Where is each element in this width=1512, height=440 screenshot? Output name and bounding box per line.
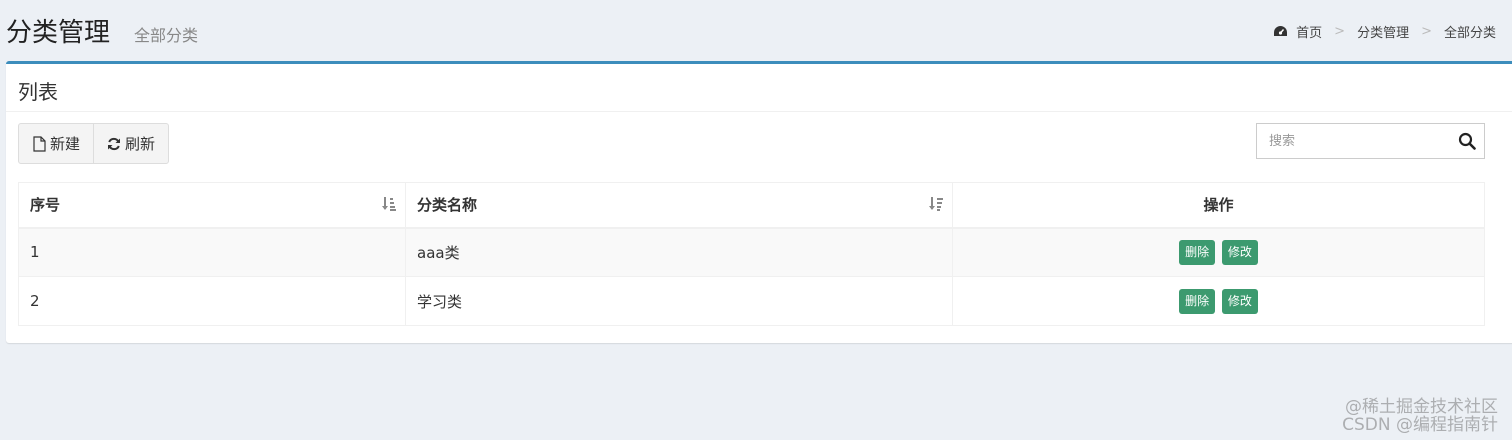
content-header: 分类管理 全部分类 首页 > 分类管理 > 全部分类	[0, 0, 1512, 60]
box-divider	[6, 111, 1512, 112]
refresh-button-label: 刷新	[125, 135, 156, 153]
search-input[interactable]	[1257, 124, 1447, 158]
watermark-line-1: @稀土掘金技术社区	[1345, 397, 1498, 417]
refresh-icon	[108, 137, 121, 150]
cell-actions: 删除 修改	[952, 276, 1485, 326]
column-header-label: 序号	[30, 196, 61, 215]
sort-asc-icon[interactable]	[381, 196, 397, 212]
breadcrumb-home[interactable]: 首页	[1296, 22, 1322, 41]
dashboard-icon	[1274, 26, 1288, 36]
table-row: 2 学习类 删除 修改	[18, 276, 1485, 326]
new-button[interactable]: 新建	[19, 124, 93, 163]
column-header-index[interactable]: 序号	[18, 182, 406, 229]
delete-button[interactable]: 删除	[1179, 288, 1216, 314]
cell-name: aaa类	[405, 227, 953, 277]
breadcrumb-separator: >	[1421, 24, 1432, 39]
column-header-name[interactable]: 分类名称	[405, 182, 953, 229]
page-subtitle: 全部分类	[134, 26, 199, 45]
toolbar: 新建 刷新	[18, 123, 170, 164]
page-title: 分类管理	[6, 18, 111, 48]
refresh-button[interactable]: 刷新	[93, 124, 168, 163]
cell-index: 2	[18, 276, 406, 326]
cell-actions: 删除 修改	[952, 227, 1485, 277]
search-box	[1256, 123, 1485, 159]
breadcrumb-category[interactable]: 分类管理	[1357, 22, 1409, 41]
new-button-label: 新建	[50, 135, 81, 153]
table-header-row: 序号 分类名称 操作	[18, 182, 1485, 229]
breadcrumb: 首页 > 分类管理 > 全部分类	[1273, 22, 1496, 41]
category-table: 序号 分类名称 操作 1 aaa类 删除 修改 2 学习类 删除 修改	[18, 182, 1485, 326]
cell-index: 1	[18, 227, 406, 277]
watermark: @稀土掘金技术社区 CSDN @编程指南针	[1342, 398, 1498, 434]
column-header-label: 操作	[1203, 196, 1234, 215]
sort-desc-icon[interactable]	[928, 196, 944, 212]
watermark-line-2: CSDN @编程指南针	[1342, 415, 1498, 435]
table-row: 1 aaa类 删除 修改	[18, 227, 1485, 277]
breadcrumb-current: 全部分类	[1443, 26, 1496, 41]
column-header-actions: 操作	[952, 182, 1485, 229]
edit-button[interactable]: 修改	[1221, 288, 1258, 314]
delete-button[interactable]: 删除	[1179, 239, 1216, 265]
edit-button[interactable]: 修改	[1221, 239, 1258, 265]
search-icon[interactable]	[1458, 132, 1476, 150]
list-box: 列表 新建 刷新 搜索 序号 分类名称 操作 1 aaa类 删除 修改 2 学习…	[6, 61, 1512, 343]
column-header-label: 分类名称	[417, 196, 478, 215]
cell-name: 学习类	[405, 276, 953, 326]
box-title: 列表	[18, 80, 58, 104]
file-icon	[33, 135, 46, 152]
breadcrumb-separator: >	[1334, 24, 1346, 39]
